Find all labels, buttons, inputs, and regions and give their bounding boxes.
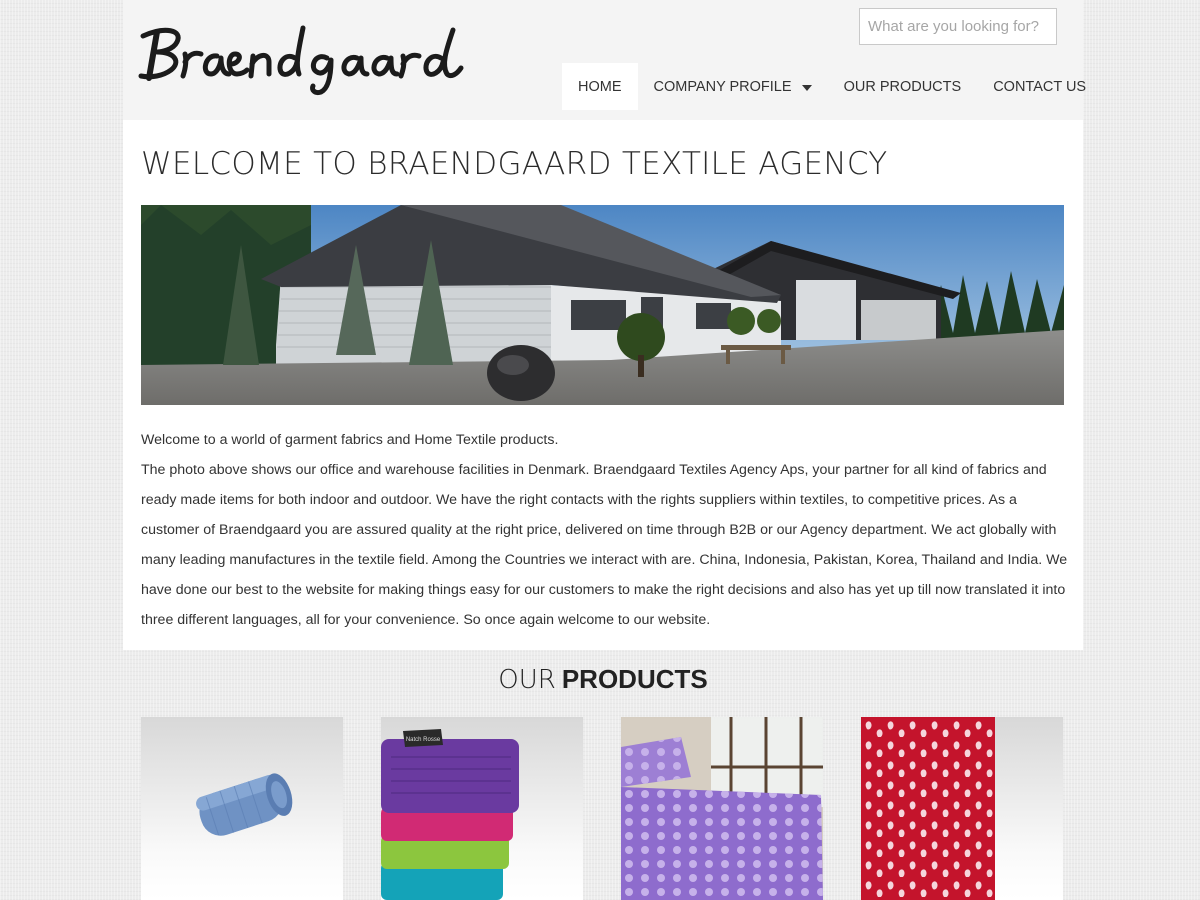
products-heading-light: OUR — [498, 665, 556, 695]
intro-paragraph: The photo above shows our office and war… — [141, 462, 1068, 628]
product-card-towels[interactable]: Natch Rosse — [381, 717, 583, 900]
red-fabric-image — [861, 717, 995, 900]
products-heading: OUR PRODUCTS — [123, 664, 1083, 695]
product-card-blanket[interactable] — [141, 717, 343, 900]
nav-item-contact-us[interactable]: CONTACT US — [977, 63, 1102, 110]
nav-item-home[interactable]: HOME — [562, 63, 638, 110]
main-nav: HOME COMPANY PROFILE OUR PRODUCTS CONTAC… — [562, 63, 1102, 110]
main-content: WELCOME TO BRAENDGAARD TEXTILE AGENCY We… — [123, 120, 1083, 650]
product-card-fabric[interactable] — [861, 717, 1063, 900]
welcome-text: Welcome to a world of garment fabrics an… — [141, 425, 1069, 635]
logo-graphic — [138, 25, 464, 95]
nav-item-our-products[interactable]: OUR PRODUCTS — [828, 63, 978, 110]
nav-item-label: CONTACT US — [993, 78, 1087, 95]
dropdown-caret-icon — [801, 84, 812, 91]
office-warehouse-photo — [141, 205, 1064, 405]
stacked-towels-image: Natch Rosse — [381, 729, 519, 900]
product-card-bedding[interactable] — [621, 717, 823, 900]
products-heading-bold: PRODUCTS — [561, 664, 708, 694]
towel-label-text: Natch Rosse — [406, 737, 441, 743]
intro-line: Welcome to a world of garment fabrics an… — [141, 432, 559, 448]
nav-item-label: COMPANY PROFILE — [653, 78, 792, 95]
search-input[interactable] — [859, 8, 1057, 45]
polka-dot-bedding-image — [621, 717, 823, 900]
page-wrapper: HOME COMPANY PROFILE OUR PRODUCTS CONTAC… — [123, 0, 1086, 900]
site-header: HOME COMPANY PROFILE OUR PRODUCTS CONTAC… — [123, 0, 1086, 120]
site-logo[interactable] — [135, 18, 467, 98]
page-title: WELCOME TO BRAENDGAARD TEXTILE AGENCY — [141, 146, 888, 182]
rolled-blanket-image — [196, 773, 293, 836]
nav-item-company-profile[interactable]: COMPANY PROFILE — [638, 63, 828, 110]
nav-item-label: OUR PRODUCTS — [843, 78, 962, 95]
nav-item-label: HOME — [578, 78, 622, 95]
